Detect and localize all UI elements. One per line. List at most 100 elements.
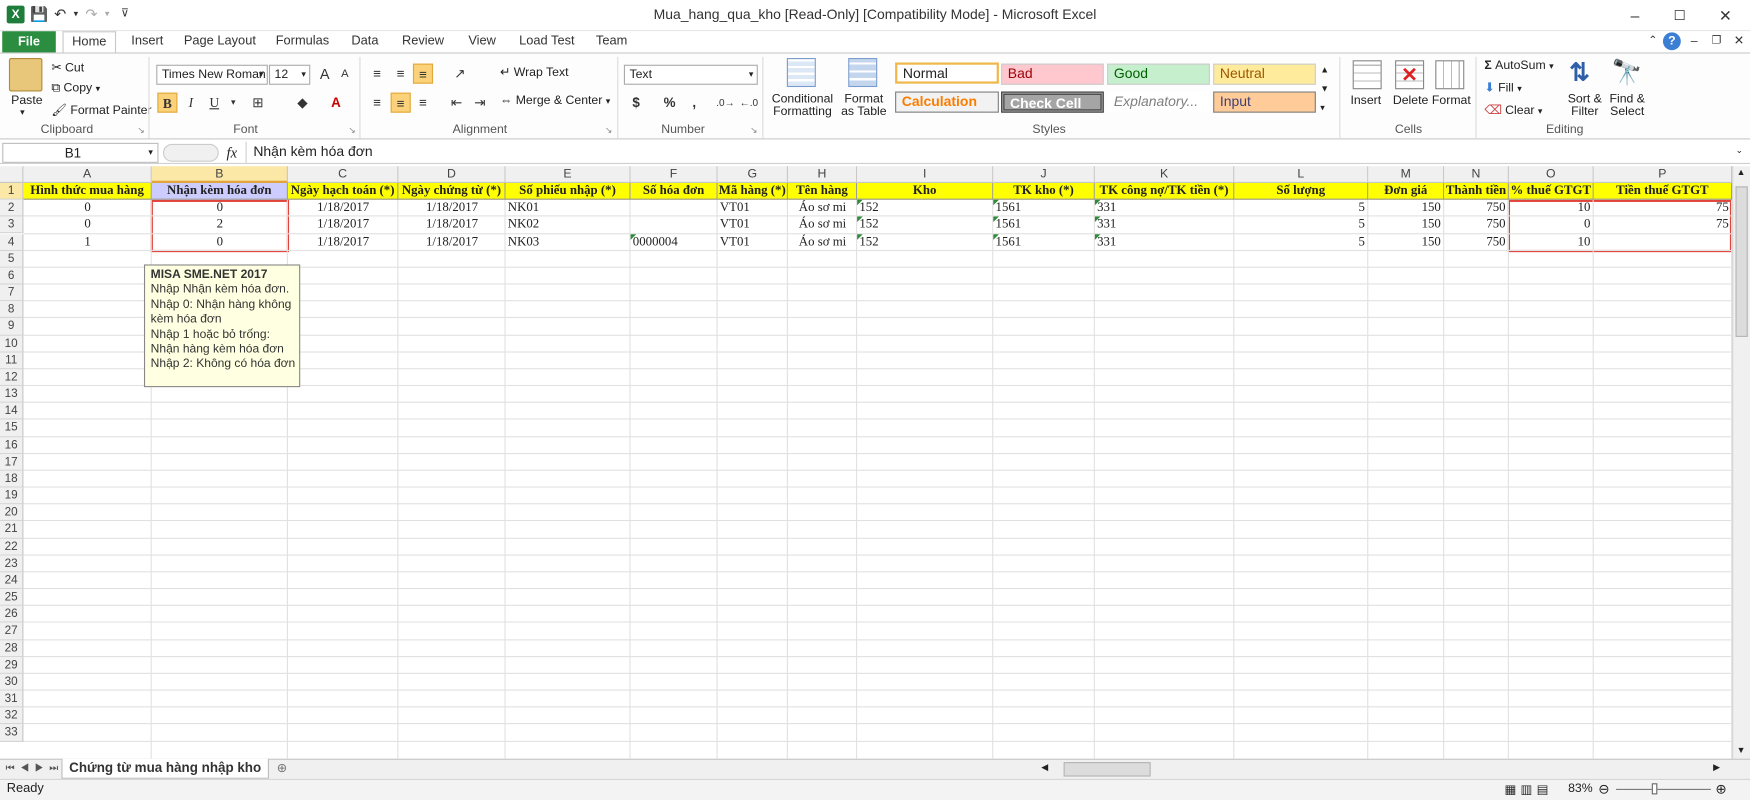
table-cell[interactable]: 331 [1095, 217, 1235, 234]
font-size-box[interactable]: 12 ▾ [268, 64, 311, 85]
name-box[interactable]: B1 ▾ [2, 142, 159, 163]
insert-sheet-icon[interactable]: ⊕ [277, 761, 287, 775]
column-header[interactable]: H [787, 166, 858, 183]
table-cell[interactable]: 10 [1509, 234, 1594, 251]
header-cell[interactable]: TK kho (*) [993, 182, 1095, 200]
row-header[interactable]: 14 [0, 403, 24, 420]
table-cell[interactable]: 0 [23, 200, 151, 217]
row-header[interactable]: 12 [0, 369, 24, 387]
binoculars-icon[interactable]: 🔭 [1612, 58, 1643, 87]
row-header[interactable]: 1 [0, 182, 24, 200]
table-cell[interactable]: 152 [857, 217, 993, 234]
style-input[interactable]: Input [1213, 91, 1316, 113]
fill-button[interactable]: ⬇ Fill ▾ [1484, 80, 1521, 94]
column-header[interactable]: L [1234, 166, 1369, 183]
column-header[interactable]: B [151, 166, 288, 183]
row-header[interactable]: 23 [0, 555, 24, 573]
table-cell[interactable]: 5 [1234, 234, 1368, 251]
table-cell[interactable]: 1561 [993, 234, 1095, 251]
row-header[interactable]: 32 [0, 707, 24, 725]
table-cell[interactable]: 0 [152, 200, 288, 217]
table-cell[interactable]: 152 [857, 234, 993, 251]
align-top-icon[interactable]: ≡ [367, 64, 387, 84]
scroll-down-icon[interactable]: ▼ [1737, 745, 1746, 755]
increase-indent-icon[interactable]: ⇥ [470, 93, 490, 113]
merge-center-button[interactable]: ⇔ Merge & Center ▾ [500, 94, 610, 107]
currency-button[interactable]: $ [626, 93, 646, 113]
format-as-table-icon[interactable] [848, 58, 878, 88]
row-header[interactable]: 4 [0, 233, 24, 251]
tab-data[interactable]: Data [346, 31, 384, 53]
alignment-launcher-icon[interactable]: ↘ [605, 125, 612, 135]
row-header[interactable]: 21 [0, 521, 24, 539]
number-launcher-icon[interactable]: ↘ [750, 125, 757, 135]
table-cell[interactable]: 1/18/2017 [398, 217, 505, 234]
sheet-tab-active[interactable]: Chứng từ mua hàng nhập kho [61, 758, 269, 779]
header-cell[interactable]: Số phiếu nhập (*) [505, 182, 631, 200]
format-as-table-button[interactable]: Format as Table [839, 93, 888, 119]
table-cell[interactable]: 152 [857, 200, 993, 217]
column-header[interactable]: E [505, 166, 631, 183]
table-cell[interactable]: 2 [152, 217, 288, 234]
header-cell[interactable]: Thành tiền [1444, 182, 1509, 200]
insert-function-icon[interactable]: fx [227, 144, 237, 162]
header-cell[interactable]: % thuế GTGT [1508, 182, 1594, 200]
table-cell[interactable]: NK02 [506, 217, 631, 234]
row-header[interactable]: 9 [0, 318, 24, 336]
tab-team[interactable]: Team [592, 31, 632, 53]
close-icon[interactable]: ✕ [1709, 4, 1742, 26]
zoom-level[interactable]: 83% [1568, 782, 1593, 795]
tab-page-layout[interactable]: Page Layout [182, 31, 258, 53]
style-normal[interactable]: Normal [895, 62, 999, 84]
table-cell[interactable]: 5 [1234, 200, 1368, 217]
row-header[interactable]: 2 [0, 199, 24, 217]
styles-scroll-up-icon[interactable]: ▲ [1320, 65, 1329, 75]
table-cell[interactable]: VT01 [718, 200, 788, 217]
row-header[interactable]: 29 [0, 656, 24, 674]
sort-filter-icon[interactable]: ⇅ [1569, 58, 1590, 87]
orientation-icon[interactable]: ↗ [450, 64, 470, 84]
column-header[interactable]: F [630, 166, 718, 183]
row-header[interactable]: 33 [0, 724, 24, 742]
table-cell[interactable]: 10 [1509, 200, 1594, 217]
column-header[interactable]: I [857, 166, 994, 183]
tab-view[interactable]: View [462, 31, 502, 53]
table-cell[interactable]: Áo sơ mi [788, 234, 857, 251]
borders-icon[interactable]: ⊞ [248, 93, 268, 113]
table-cell[interactable] [631, 217, 718, 234]
workbook-minimize-icon[interactable]: – [1685, 32, 1703, 50]
italic-button[interactable]: I [181, 93, 201, 113]
tab-file[interactable]: File [2, 31, 56, 54]
row-header[interactable]: 25 [0, 589, 24, 607]
align-right-icon[interactable]: ≡ [413, 93, 433, 113]
column-header[interactable]: D [398, 166, 506, 183]
table-cell[interactable]: 331 [1095, 234, 1235, 251]
header-cell[interactable]: Nhận kèm hóa đơn [151, 182, 288, 200]
workbook-restore-icon[interactable]: ❐ [1708, 32, 1726, 50]
number-format-box[interactable]: Text ▾ [623, 64, 758, 85]
header-cell[interactable]: Hình thức mua hàng [23, 182, 152, 200]
find-select-button[interactable]: Find & Select [1607, 93, 1647, 119]
table-cell[interactable]: 1/18/2017 [398, 234, 505, 251]
conditional-formatting-icon[interactable] [786, 58, 816, 88]
row-header[interactable]: 11 [0, 352, 24, 370]
decrease-decimal-icon[interactable]: ←.0 [739, 93, 759, 113]
conditional-formatting-button[interactable]: Conditional Formatting [770, 93, 835, 119]
maximize-icon[interactable]: ☐ [1663, 4, 1696, 26]
percent-button[interactable]: % [660, 93, 680, 113]
table-cell[interactable]: 1561 [993, 200, 1095, 217]
copy-button[interactable]: ⧉ Copy ▾ [51, 81, 100, 96]
row-header[interactable]: 28 [0, 639, 24, 657]
table-cell[interactable]: 1561 [993, 217, 1095, 234]
collapse-ribbon-icon[interactable]: ⌃ [1644, 32, 1662, 50]
insert-cells-icon[interactable] [1352, 60, 1382, 90]
row-header[interactable]: 7 [0, 284, 24, 302]
row-header[interactable]: 31 [0, 690, 24, 708]
row-header[interactable]: 8 [0, 301, 24, 319]
styles-more-icon[interactable]: ▾ [1320, 103, 1324, 113]
table-cell[interactable]: 1/18/2017 [398, 200, 505, 217]
insert-button[interactable]: Insert [1350, 94, 1381, 107]
format-cells-icon[interactable] [1435, 60, 1465, 90]
clear-button[interactable]: ⌫ Clear ▾ [1484, 103, 1542, 117]
shrink-font-icon[interactable]: A [335, 65, 355, 85]
